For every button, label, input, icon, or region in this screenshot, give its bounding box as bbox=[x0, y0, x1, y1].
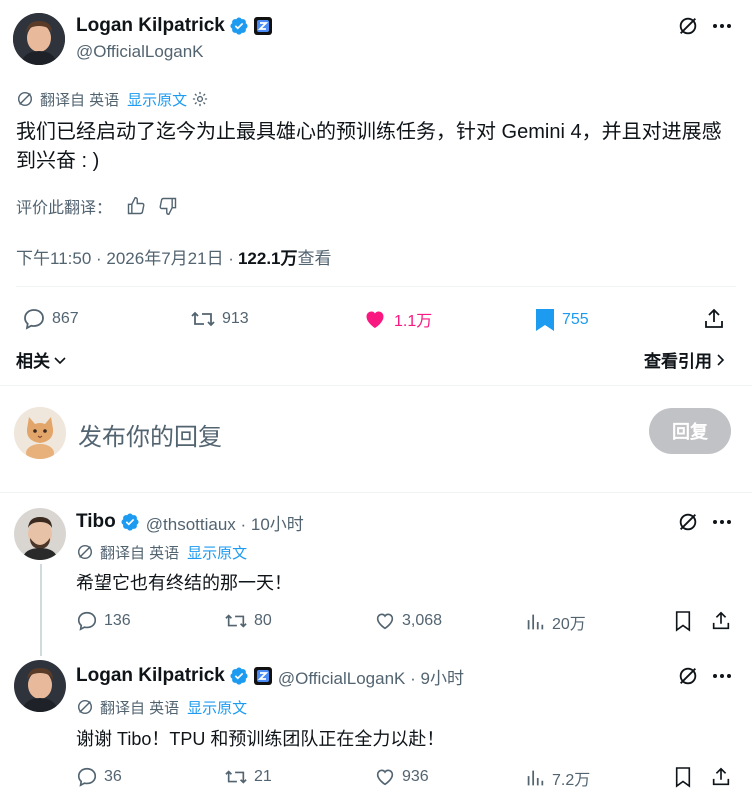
translation-label: 翻译自 英语 bbox=[100, 699, 180, 717]
reply-icon bbox=[77, 767, 97, 787]
bookmark-count: 755 bbox=[562, 311, 589, 328]
grok-icon[interactable] bbox=[676, 664, 700, 688]
reply-button[interactable]: 36 bbox=[76, 766, 122, 788]
retweet-count: 913 bbox=[222, 310, 249, 327]
views-label: 查看 bbox=[297, 249, 332, 268]
more-options-icon[interactable] bbox=[710, 664, 734, 688]
verified-badge-icon bbox=[229, 666, 249, 686]
heart-icon bbox=[376, 769, 394, 786]
retweet-icon bbox=[191, 311, 215, 327]
author-name[interactable]: Logan Kilpatrick bbox=[76, 15, 225, 37]
current-user-avatar[interactable] bbox=[14, 407, 66, 459]
share-button[interactable] bbox=[710, 610, 738, 632]
retweet-button[interactable]: 80 bbox=[224, 610, 272, 632]
reply-count: 136 bbox=[104, 612, 131, 629]
share-icon bbox=[712, 767, 730, 786]
more-options-icon[interactable] bbox=[710, 14, 734, 38]
reply-count: 867 bbox=[52, 310, 79, 327]
view-quotes-label: 查看引用 bbox=[644, 352, 712, 371]
like-button[interactable]: 936 bbox=[374, 766, 429, 788]
thumbs-up-icon[interactable] bbox=[126, 196, 146, 216]
reply-author-handle[interactable]: @thsottiaux · 10小时 bbox=[146, 510, 304, 535]
heart-icon bbox=[376, 613, 394, 630]
retweet-button[interactable]: 913 bbox=[190, 307, 249, 331]
show-original-link[interactable]: 显示原文 bbox=[187, 542, 247, 563]
bookmark-button[interactable] bbox=[674, 610, 698, 632]
bookmark-icon bbox=[675, 767, 691, 788]
chevron-down-icon bbox=[53, 353, 67, 367]
reply-icon bbox=[24, 309, 44, 330]
reply-avatar-tibo[interactable] bbox=[14, 508, 66, 560]
views-button[interactable]: 20万 bbox=[524, 610, 586, 634]
verified-badge-icon bbox=[120, 512, 140, 532]
translate-icon bbox=[16, 90, 34, 108]
more-options-icon[interactable] bbox=[710, 510, 734, 534]
share-icon bbox=[705, 308, 723, 328]
divider bbox=[0, 492, 752, 493]
bookmark-button[interactable] bbox=[674, 766, 698, 788]
retweet-count: 21 bbox=[254, 768, 272, 785]
affiliate-badge-icon[interactable] bbox=[253, 667, 272, 685]
views-count: 122.1万 bbox=[237, 249, 298, 268]
share-button[interactable] bbox=[710, 766, 738, 788]
chevron-right-icon bbox=[715, 353, 727, 367]
thumbs-down-icon[interactable] bbox=[158, 196, 178, 216]
share-button[interactable] bbox=[702, 307, 732, 331]
reply-submit-button[interactable]: 回复 bbox=[649, 408, 731, 454]
reply-button[interactable]: 136 bbox=[76, 610, 131, 632]
translation-label: 翻译自 英语 bbox=[40, 91, 120, 109]
views-count: 20万 bbox=[552, 616, 586, 633]
reply-count: 36 bbox=[104, 768, 122, 785]
grok-icon[interactable] bbox=[676, 510, 700, 534]
view-quotes-link[interactable]: 查看引用 bbox=[644, 347, 727, 372]
show-original-link[interactable]: 显示原文 bbox=[187, 697, 247, 718]
views-count: 7.2万 bbox=[552, 772, 591, 789]
bookmark-button[interactable]: 755 bbox=[534, 307, 589, 333]
reply-author-name[interactable]: Tibo bbox=[76, 511, 116, 533]
like-button[interactable]: 1.1万 bbox=[362, 307, 432, 331]
heart-filled-icon bbox=[366, 311, 384, 328]
share-icon bbox=[712, 611, 730, 630]
translation-label: 翻译自 英语 bbox=[100, 544, 180, 562]
reply-author-name[interactable]: Logan Kilpatrick bbox=[76, 665, 225, 687]
related-dropdown[interactable]: 相关 bbox=[16, 347, 67, 372]
tweet-timestamp[interactable]: 下午11:50 · 2026年7月21日 · bbox=[16, 244, 234, 269]
translate-icon bbox=[76, 698, 94, 716]
retweet-icon bbox=[225, 614, 247, 628]
like-count: 1.1万 bbox=[394, 313, 433, 330]
reply-submit-label: 回复 bbox=[672, 422, 708, 442]
affiliate-badge-icon[interactable] bbox=[253, 17, 272, 35]
reply-text: 希望它也有终结的那一天！ bbox=[76, 573, 292, 593]
thread-line bbox=[40, 564, 42, 656]
grok-icon[interactable] bbox=[676, 14, 700, 38]
bookmark-icon bbox=[675, 611, 691, 632]
reply-author-handle[interactable]: @OfficialLoganK · 9小时 bbox=[278, 664, 464, 689]
related-label: 相关 bbox=[16, 352, 50, 371]
translate-icon bbox=[76, 543, 94, 561]
analytics-icon bbox=[527, 770, 544, 786]
rate-translation-label: 评价此翻译： bbox=[16, 200, 113, 217]
reply-composer-input[interactable]: 发布你的回复 bbox=[78, 417, 222, 452]
retweet-count: 80 bbox=[254, 612, 272, 629]
views-button[interactable]: 7.2万 bbox=[524, 766, 590, 790]
author-handle[interactable]: @OfficialLoganK bbox=[76, 42, 204, 62]
reply-button[interactable]: 867 bbox=[22, 307, 79, 331]
divider bbox=[16, 286, 736, 287]
verified-badge-icon bbox=[229, 16, 249, 36]
like-count: 936 bbox=[402, 768, 429, 785]
bookmark-filled-icon bbox=[536, 309, 554, 331]
tweet-text: 我们已经启动了迄今为止最具雄心的预训练任务，针对 Gemini 4，并且对进展感… bbox=[16, 121, 722, 172]
like-count: 3,068 bbox=[402, 612, 443, 629]
author-avatar[interactable] bbox=[13, 13, 65, 65]
show-original-link[interactable]: 显示原文 bbox=[127, 89, 187, 110]
reply-avatar-logan[interactable] bbox=[14, 660, 66, 712]
translation-settings-icon[interactable] bbox=[191, 90, 209, 108]
divider bbox=[0, 385, 752, 386]
reply-text: 谢谢 Tibo！TPU 和预训练团队正在全力以赴！ bbox=[76, 729, 445, 749]
like-button[interactable]: 3,068 bbox=[374, 610, 442, 632]
retweet-icon bbox=[225, 770, 247, 784]
retweet-button[interactable]: 21 bbox=[224, 766, 272, 788]
analytics-icon bbox=[527, 614, 544, 630]
reply-icon bbox=[77, 611, 97, 631]
